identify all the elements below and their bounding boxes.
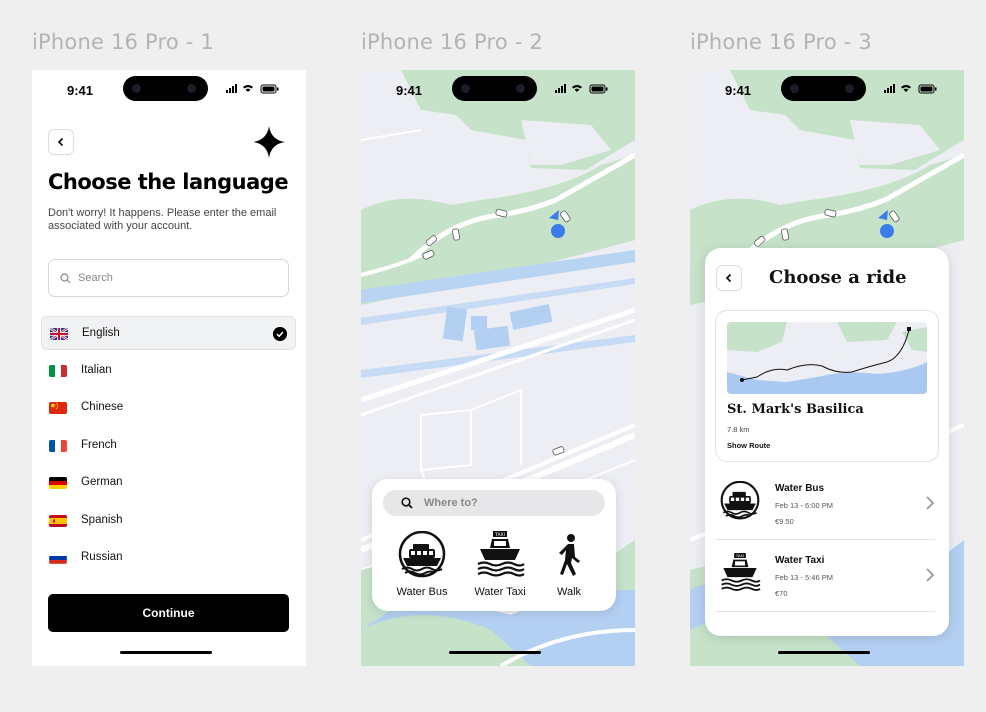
dynamic-island <box>452 76 537 101</box>
status-bar: 9:41 <box>361 70 635 110</box>
language-item-russian[interactable]: Russian <box>41 541 296 575</box>
ride-option-water-taxi[interactable]: TAXI Water Taxi Feb 13 - 5:46 PM €70 <box>715 541 935 612</box>
mode-label: Walk <box>556 586 582 598</box>
status-icons <box>226 84 279 94</box>
status-time: 9:41 <box>396 83 423 98</box>
svg-text:TAXI: TAXI <box>494 532 505 538</box>
destination-distance: 7.8 km <box>727 425 750 434</box>
language-label: Spanish <box>81 514 123 526</box>
status-time: 9:41 <box>725 83 752 98</box>
mode-water-taxi[interactable]: TAXI Water Taxi <box>474 531 526 601</box>
ride-price: €9.50 <box>775 517 794 526</box>
uk-flag-icon <box>50 328 68 340</box>
ride-name: Water Bus <box>775 483 825 494</box>
status-icons <box>884 84 937 94</box>
page-subtitle: Don't worry! It happens. Please enter th… <box>48 207 277 232</box>
language-label: Chinese <box>81 401 124 413</box>
dynamic-island <box>123 76 208 101</box>
russia-flag-icon <box>49 552 67 564</box>
language-item-german[interactable]: German <box>41 466 296 500</box>
svg-text:TAXI: TAXI <box>735 554 744 558</box>
chevron-left-icon <box>57 137 64 147</box>
choose-ride-panel: Choose a ride St. Mark's Basilica 7.8 km… <box>705 248 949 636</box>
water-bus-icon <box>398 530 446 578</box>
walk-icon <box>559 534 580 576</box>
status-icons <box>555 84 608 94</box>
panel-title: Choose a ride <box>769 267 907 288</box>
home-indicator <box>120 651 212 654</box>
page-title: Choose the language <box>48 170 289 194</box>
where-to-input[interactable]: Where to? <box>383 490 605 516</box>
check-icon <box>273 327 287 341</box>
frame-title-2: iPhone 16 Pro - 2 <box>361 30 543 54</box>
language-label: French <box>81 439 117 451</box>
route-card[interactable]: St. Mark's Basilica 7.8 km Show Route <box>715 310 939 462</box>
frame-title-1: iPhone 16 Pro - 1 <box>32 30 214 54</box>
mode-water-bus[interactable]: Water Bus <box>396 530 448 601</box>
search-placeholder: Search <box>78 272 113 284</box>
chevron-left-icon <box>725 273 732 283</box>
language-label: Italian <box>81 364 112 376</box>
language-item-english[interactable]: English <box>41 316 296 350</box>
route-mini-map[interactable] <box>727 322 927 394</box>
ride-time: Feb 13 - 5:46 PM <box>775 573 833 582</box>
search-icon <box>401 497 413 509</box>
destination-name: St. Mark's Basilica <box>727 402 864 417</box>
show-route-link[interactable]: Show Route <box>727 441 770 450</box>
ride-time: Feb 13 - 6:00 PM <box>775 501 833 510</box>
status-bar: 9:41 <box>690 70 964 110</box>
status-time: 9:41 <box>67 83 94 98</box>
germany-flag-icon <box>49 477 67 489</box>
mode-walk[interactable]: Walk <box>554 531 584 601</box>
phone-map-screen: 9:41 Where to? Water Bus TAXI Water Taxi… <box>361 70 635 666</box>
language-item-italian[interactable]: Italian <box>41 354 296 388</box>
where-to-placeholder: Where to? <box>424 497 478 509</box>
ride-name: Water Taxi <box>775 555 825 566</box>
continue-button[interactable]: Continue <box>48 594 289 632</box>
language-item-french[interactable]: French <box>41 429 296 463</box>
chevron-right-icon <box>926 568 935 582</box>
spain-flag-icon <box>49 515 67 527</box>
frame-title-3: iPhone 16 Pro - 3 <box>690 30 872 54</box>
where-to-card: Where to? Water Bus TAXI Water Taxi Walk <box>372 479 616 611</box>
dynamic-island <box>781 76 866 101</box>
language-label: German <box>81 476 123 488</box>
language-label: Russian <box>81 551 123 563</box>
mode-label: Water Bus <box>396 586 448 598</box>
search-input[interactable]: Search <box>48 259 289 297</box>
ride-option-water-bus[interactable]: Water Bus Feb 13 - 6:00 PM €9.50 <box>715 469 935 540</box>
language-label: English <box>82 327 120 339</box>
water-taxi-icon: TAXI <box>477 531 525 577</box>
ride-price: €70 <box>775 589 788 598</box>
sparkle-icon <box>253 126 285 158</box>
mode-label: Water Taxi <box>474 586 526 598</box>
italy-flag-icon <box>49 365 67 377</box>
water-bus-icon <box>720 481 760 520</box>
home-indicator <box>778 651 870 654</box>
china-flag-icon <box>49 402 67 414</box>
back-button[interactable] <box>48 129 74 155</box>
language-item-chinese[interactable]: Chinese <box>41 391 296 425</box>
language-item-spanish[interactable]: Spanish <box>41 504 296 538</box>
phone-ride-screen: 9:41 Choose a ride St. Mark's Basilica 7… <box>690 70 964 666</box>
back-button[interactable] <box>716 265 742 291</box>
chevron-right-icon <box>926 496 935 510</box>
home-indicator <box>449 651 541 654</box>
france-flag-icon <box>49 440 67 452</box>
water-taxi-icon: TAXI <box>721 553 761 591</box>
phone-language-screen: 9:41 Choose the language Don't worry! It… <box>32 70 306 666</box>
status-bar: 9:41 <box>32 70 306 110</box>
search-icon <box>60 273 71 284</box>
